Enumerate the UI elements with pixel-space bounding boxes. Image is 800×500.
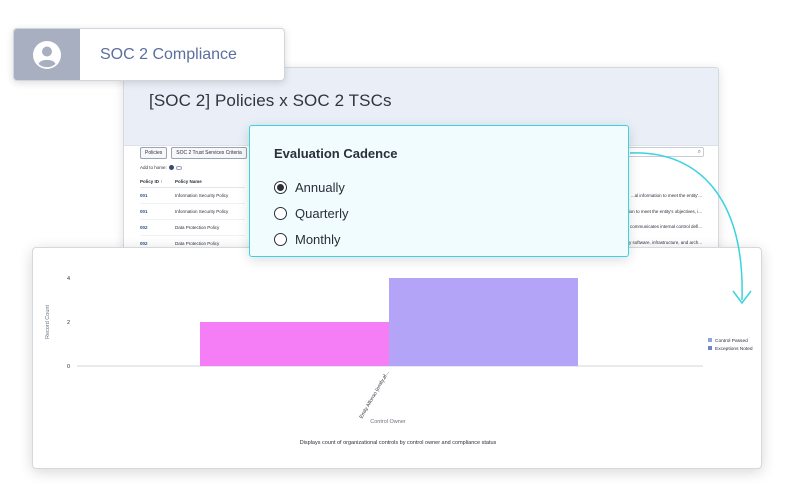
chip-policies[interactable]: Policies <box>140 147 168 159</box>
policy-id-link[interactable]: 002 <box>140 219 175 236</box>
radio-button[interactable] <box>274 206 287 220</box>
bar-chart: 0 2 4 Record Count Emily Alfonso (emily.af..… <box>45 276 753 425</box>
x-tick-label: Emily Alfonso (emily.af... <box>358 370 390 420</box>
column-header-policy-id[interactable]: Policy ID ↑ <box>140 178 175 188</box>
policy-id-link[interactable]: 001 <box>140 203 175 220</box>
bar-control-passed <box>200 322 389 366</box>
chart-panel: 0 2 4 Record Count Emily Alfonso (emily.af..… <box>32 247 762 469</box>
avatar <box>14 29 80 80</box>
table-row[interactable]: 001 Information Security Policy <box>140 187 245 204</box>
x-axis-label: Control Owner <box>370 419 406 425</box>
policies-table: Policy ID ↑ Policy Name 001 Information … <box>140 178 245 252</box>
y-tick-label: 2 <box>67 320 70 326</box>
search-icon: ⌕ <box>697 149 701 155</box>
policy-description: ... communicates internal control defi..… <box>624 224 702 229</box>
radio-label: Quarterly <box>295 205 349 221</box>
y-tick-label: 0 <box>67 364 70 370</box>
add-to-home-toggle[interactable] <box>175 165 182 170</box>
info-icon <box>168 165 174 170</box>
radio-option-annually[interactable]: Annually <box>274 174 628 200</box>
y-axis-label: Record Count <box>45 305 51 339</box>
table-row[interactable]: 002 Data Protection Policy <box>140 219 245 236</box>
evaluation-cadence-popover: Evaluation Cadence Annually Quarterly Mo… <box>249 125 629 257</box>
chart-caption: Displays count of organizational control… <box>299 440 497 446</box>
add-to-home: Add to home: <box>140 165 182 170</box>
user-icon <box>33 40 61 69</box>
chip-trust-services-criteria[interactable]: SOC 2 Trust Services Criteria <box>171 147 247 159</box>
page-title: [SOC 2] Policies x SOC 2 TSCs <box>149 91 392 110</box>
policy-name: Information Security Policy <box>175 187 245 204</box>
bar-exceptions-noted <box>389 278 578 366</box>
column-header-policy-name[interactable]: Policy Name <box>175 178 245 188</box>
radio-label: Monthly <box>295 231 341 247</box>
badge-label: SOC 2 Compliance <box>100 45 237 63</box>
policy-id-link[interactable]: 001 <box>140 187 175 204</box>
table-header-row: Policy ID ↑ Policy Name <box>140 178 245 188</box>
policy-name: Data Protection Policy <box>175 219 245 236</box>
filter-chips: Policies SOC 2 Trust Services Criteria <box>140 147 247 159</box>
policy-description: ...al information to meet the entity'... <box>630 193 702 198</box>
radio-button[interactable] <box>274 232 287 246</box>
y-tick-label: 4 <box>67 276 70 282</box>
cadence-title: Evaluation Cadence <box>274 146 398 161</box>
policy-description: ...ion to meet the entity's objectives, … <box>624 208 702 214</box>
legend-swatch <box>708 346 712 350</box>
policy-name: Information Security Policy <box>175 203 245 220</box>
soc2-compliance-badge[interactable]: SOC 2 Compliance <box>13 28 285 81</box>
legend-swatch <box>708 338 712 342</box>
description-column: ...al information to meet the entity'...… <box>625 178 702 250</box>
radio-button-checked[interactable] <box>274 180 287 194</box>
add-to-home-label: Add to home: <box>140 165 167 170</box>
radio-option-monthly[interactable]: Monthly <box>274 226 628 252</box>
legend-label: Control Passed <box>715 338 748 344</box>
radio-label: Annually <box>295 179 345 195</box>
legend-label: Exceptions Noted <box>715 346 753 352</box>
radio-option-quarterly[interactable]: Quarterly <box>274 200 628 226</box>
table-row[interactable]: 001 Information Security Policy <box>140 203 245 220</box>
search-input[interactable]: ⌕ <box>624 147 704 157</box>
